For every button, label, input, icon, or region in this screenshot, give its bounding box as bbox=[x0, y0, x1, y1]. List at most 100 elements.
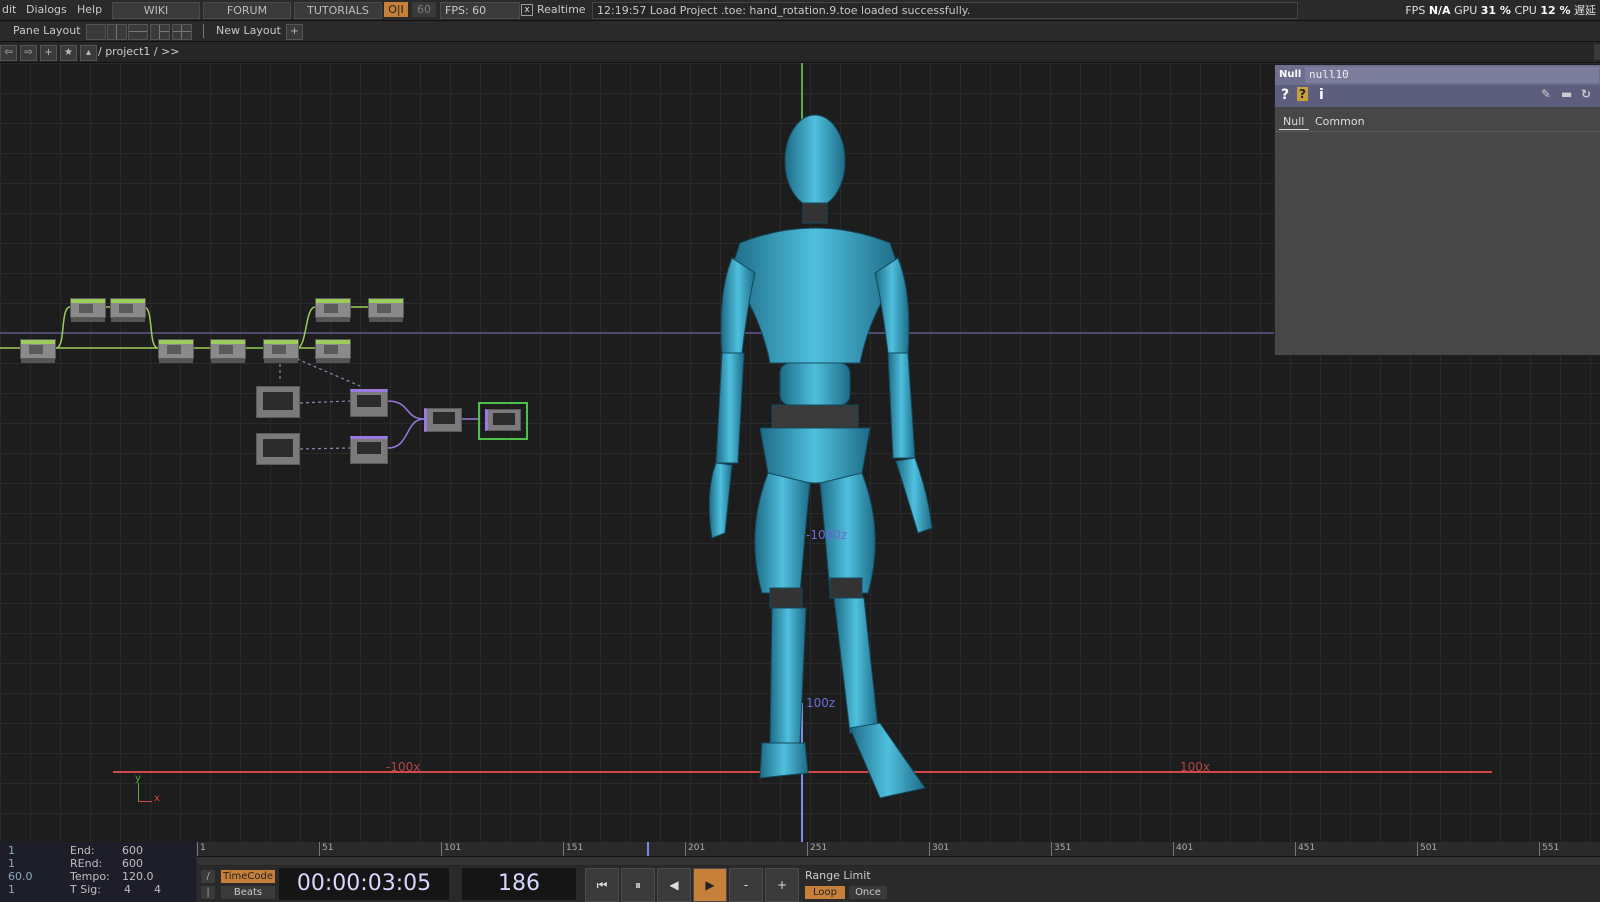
layout-quad-button[interactable] bbox=[172, 24, 192, 40]
ruler-tick: 51 bbox=[319, 842, 333, 856]
play-icon[interactable]: ▶ bbox=[693, 868, 727, 902]
pane-edge bbox=[1594, 44, 1600, 60]
bookmark-star-icon[interactable]: ★ bbox=[60, 45, 77, 61]
ruler-tick: 501 bbox=[1417, 842, 1437, 856]
tempo-value[interactable]: 120.0 bbox=[122, 870, 154, 883]
operator-name-field[interactable]: null10 bbox=[1305, 67, 1599, 83]
tsig-b[interactable]: 4 bbox=[154, 883, 161, 896]
fps-field[interactable]: FPS: 60 bbox=[440, 2, 520, 19]
timeline-ruler[interactable]: 1 51 101 151 201 251 301 351 401 451 501… bbox=[197, 842, 1600, 857]
rewind-icon[interactable]: ⏮ bbox=[585, 868, 619, 902]
timecode-display[interactable]: 00:00:03:05 bbox=[279, 868, 449, 900]
ruler-tick: 351 bbox=[1051, 842, 1071, 856]
network-node[interactable] bbox=[210, 339, 246, 363]
up-level-icon[interactable]: ▴ bbox=[80, 45, 97, 61]
range-limit-label: Range Limit bbox=[805, 869, 871, 882]
new-layout-label[interactable]: New Layout bbox=[216, 24, 281, 37]
step-back-icon[interactable]: ◀ bbox=[657, 868, 691, 902]
menu-bar: dit Dialogs Help WIKI FORUM TUTORIALS O|… bbox=[0, 0, 1600, 21]
network-node[interactable] bbox=[368, 298, 404, 322]
layout-split-v-button[interactable] bbox=[107, 24, 127, 40]
end-value[interactable]: 600 bbox=[122, 844, 143, 857]
step-minus-button[interactable]: - bbox=[729, 868, 763, 902]
network-node[interactable] bbox=[424, 408, 462, 432]
network-path[interactable]: / project1 / >> bbox=[98, 45, 180, 58]
pane-layout-label: Pane Layout bbox=[13, 24, 81, 37]
network-node[interactable] bbox=[110, 298, 146, 322]
gizmo-y-label: y bbox=[135, 773, 141, 784]
once-button[interactable]: Once bbox=[849, 886, 887, 899]
help-icon[interactable]: ? bbox=[1281, 87, 1289, 103]
tsig-a[interactable]: 4 bbox=[124, 883, 131, 896]
cpu-value: 12 % bbox=[1540, 4, 1571, 17]
playhead[interactable] bbox=[647, 842, 649, 856]
reset-icon[interactable]: ↻ bbox=[1581, 87, 1591, 101]
start-value: 1 bbox=[8, 844, 15, 857]
index-value: 1 bbox=[8, 883, 15, 896]
network-node[interactable] bbox=[315, 298, 351, 322]
ruler-tick: 551 bbox=[1539, 842, 1559, 856]
frame-display[interactable]: 186 bbox=[462, 868, 576, 900]
realtime-checkbox[interactable]: x bbox=[521, 4, 533, 16]
network-node[interactable] bbox=[256, 433, 300, 465]
layout-single-button[interactable] bbox=[86, 24, 106, 40]
rstart-value: 1 bbox=[8, 857, 15, 870]
step-plus-button[interactable]: + bbox=[765, 868, 799, 902]
network-node[interactable] bbox=[256, 386, 300, 418]
axis-label-pos-x: 100x bbox=[1180, 760, 1211, 774]
forward-arrow-icon[interactable]: ⇨ bbox=[20, 45, 37, 61]
add-layout-button[interactable]: + bbox=[286, 24, 303, 40]
selected-node-null10[interactable] bbox=[478, 402, 528, 440]
layout-split-h-button[interactable] bbox=[128, 24, 148, 40]
loop-button[interactable]: Loop bbox=[805, 886, 845, 899]
transport-controls: / | TimeCode Beats 00:00:03:05 186 ⏮ ⏸ ◀… bbox=[197, 866, 1600, 902]
ruler-tick: 251 bbox=[807, 842, 827, 856]
ruler-tick: 1 bbox=[197, 842, 206, 856]
home-plus-icon[interactable]: + bbox=[40, 45, 57, 61]
ruler-tick: 301 bbox=[929, 842, 949, 856]
parameter-panel: Null null10 ? ? i ✎ ▬ ↻ Null Common bbox=[1274, 65, 1600, 355]
tab-common[interactable]: Common bbox=[1315, 115, 1365, 128]
beats-mode-icon[interactable]: | bbox=[201, 886, 215, 899]
latency-label: 遅延 bbox=[1574, 4, 1596, 17]
forum-button[interactable]: FORUM bbox=[203, 2, 291, 19]
timecode-button[interactable]: TimeCode bbox=[221, 870, 275, 883]
active-tab-underline bbox=[1279, 129, 1309, 130]
rend-label: REnd: bbox=[70, 857, 103, 870]
wiki-button[interactable]: WIKI bbox=[112, 2, 200, 19]
pause-icon[interactable]: ⏸ bbox=[621, 868, 655, 902]
gizmo-x-axis bbox=[138, 801, 152, 802]
tempo-label: Tempo: bbox=[70, 870, 110, 883]
comment-icon[interactable]: ▬ bbox=[1561, 87, 1572, 101]
parameter-header: Null null10 bbox=[1275, 65, 1600, 85]
info-icon[interactable]: i bbox=[1319, 87, 1324, 103]
range-info: 1 1 60.0 1 End: 600 REnd: 600 Tempo: 120… bbox=[0, 842, 196, 902]
timecode-mode-icon[interactable]: / bbox=[201, 870, 215, 883]
network-node[interactable] bbox=[350, 389, 388, 417]
pane-layout-bar: Pane Layout New Layout + bbox=[0, 21, 1600, 42]
perform-mode-toggle[interactable]: O|I bbox=[384, 2, 408, 17]
rend-value[interactable]: 600 bbox=[122, 857, 143, 870]
network-node[interactable] bbox=[263, 339, 299, 363]
network-node[interactable] bbox=[70, 298, 106, 322]
ruler-tick: 201 bbox=[685, 842, 705, 856]
back-arrow-icon[interactable]: ⇦ bbox=[0, 45, 17, 61]
tab-null[interactable]: Null bbox=[1283, 115, 1304, 128]
layout-three-button[interactable] bbox=[150, 24, 170, 40]
network-node[interactable] bbox=[315, 339, 351, 363]
fps-preset[interactable]: 60 bbox=[412, 2, 436, 17]
edit-pencil-icon[interactable]: ✎ bbox=[1541, 87, 1551, 101]
tutorials-button[interactable]: TUTORIALS bbox=[294, 2, 382, 19]
network-node[interactable] bbox=[350, 436, 388, 464]
ruler-tick: 401 bbox=[1173, 842, 1193, 856]
network-node[interactable] bbox=[20, 339, 56, 363]
operator-type: Null bbox=[1279, 69, 1302, 80]
python-help-icon[interactable]: ? bbox=[1297, 87, 1308, 101]
tab-divider bbox=[1275, 131, 1600, 132]
menu-edit[interactable]: dit bbox=[2, 3, 16, 16]
timeline-scrub-bar[interactable] bbox=[197, 857, 1600, 865]
menu-dialogs[interactable]: Dialogs bbox=[26, 3, 67, 16]
beats-button[interactable]: Beats bbox=[221, 886, 275, 899]
menu-help[interactable]: Help bbox=[77, 3, 102, 16]
network-node[interactable] bbox=[158, 339, 194, 363]
